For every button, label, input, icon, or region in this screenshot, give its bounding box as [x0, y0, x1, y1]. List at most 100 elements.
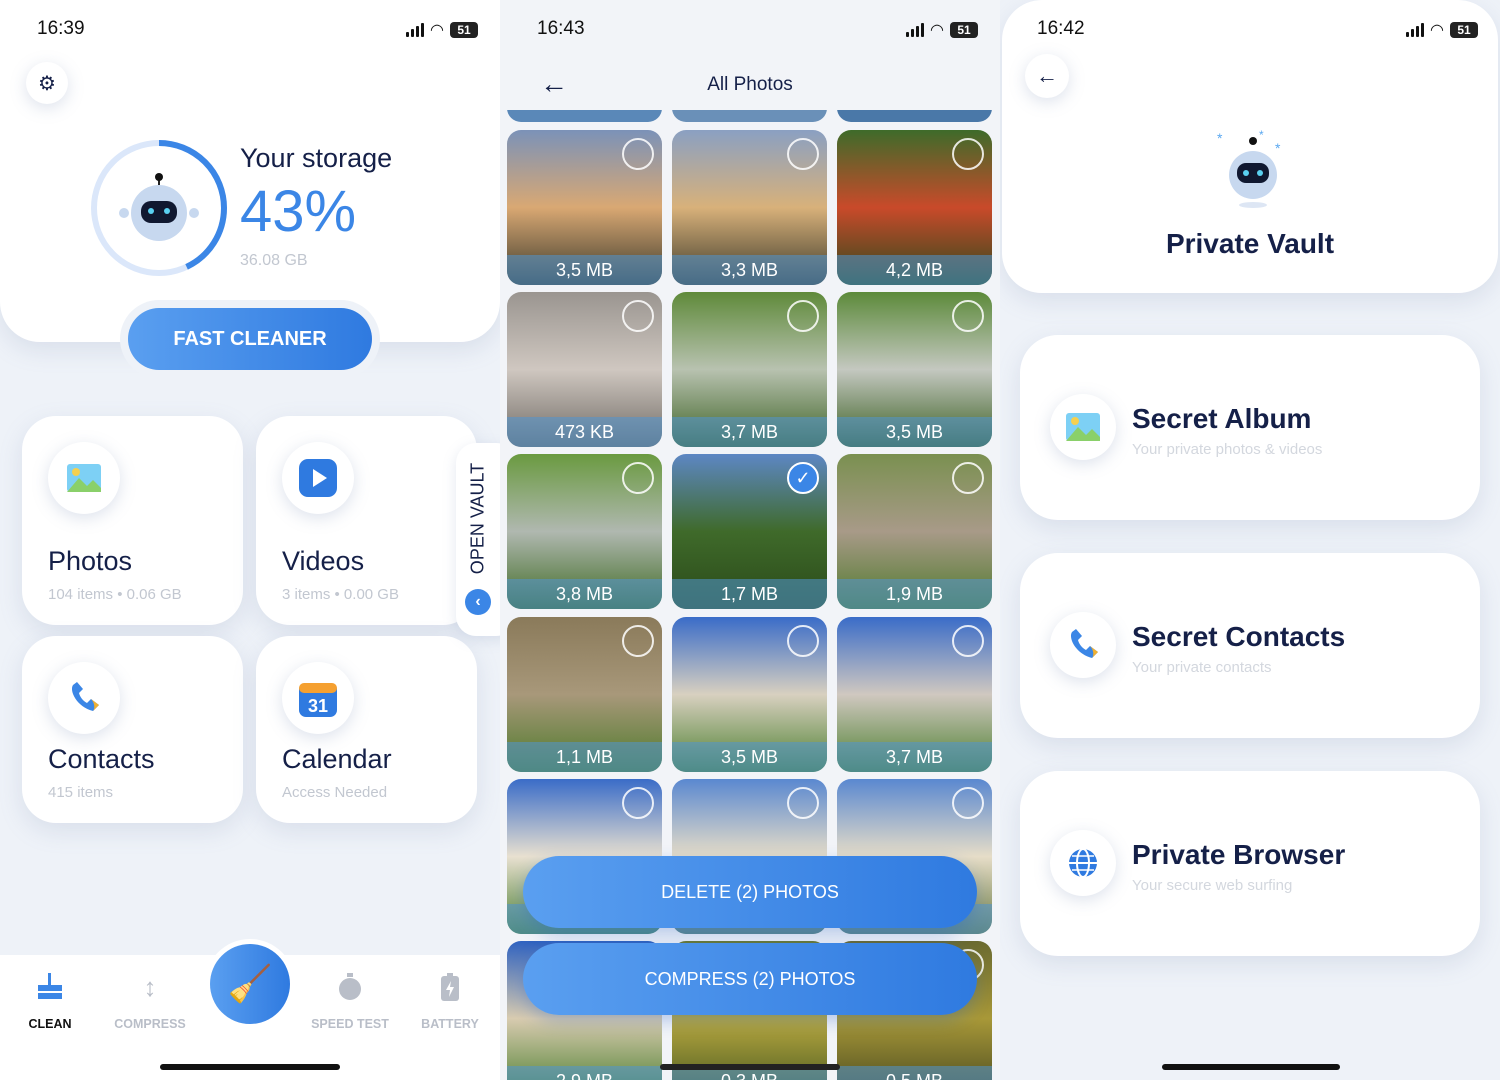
photo-size: 1,7 MB [672, 579, 827, 609]
status-time: 16:39 [37, 18, 85, 39]
vault-item-secret-album[interactable]: Secret Album Your private photos & video… [1020, 335, 1480, 520]
photo-icon [1050, 394, 1116, 460]
photo-thumbnail[interactable]: 3,5 MB [837, 292, 992, 447]
select-circle[interactable] [787, 625, 819, 657]
photo-thumbnail[interactable]: 3,5 MB [672, 617, 827, 772]
robot-mascot-icon: * * * [1217, 128, 1281, 208]
photo-thumbnail[interactable]: ✓ 1,7 MB [672, 454, 827, 609]
nav-compress[interactable]: ↕ COMPRESS [100, 967, 200, 1032]
battery-charge-icon [400, 967, 500, 1007]
play-icon [282, 442, 354, 514]
status-bar: 16:42 ◠ 51 [1037, 18, 1478, 42]
back-arrow-icon[interactable]: ← [1025, 54, 1069, 98]
select-circle[interactable] [952, 625, 984, 657]
fast-cleaner-button[interactable]: FAST CLEANER [128, 308, 372, 370]
photo-thumbnail[interactable]: 1,9 MB [837, 454, 992, 609]
storage-title: Your storage [240, 143, 393, 173]
home-indicator [1162, 1064, 1340, 1070]
wifi-icon: ◠ [930, 22, 944, 39]
photo-size: 0,5 MB [837, 1066, 992, 1080]
status-bar: 16:39 ◠ 51 [37, 18, 478, 42]
signal-icon [906, 23, 925, 37]
nav-speed-test[interactable]: SPEED TEST [300, 967, 400, 1031]
vault-item-title: Secret Album [1132, 403, 1312, 434]
photo-thumbnail[interactable]: 3,8 MB [507, 454, 662, 609]
checkmark-icon[interactable]: ✓ [787, 462, 819, 494]
photo-size: 473 KB [507, 417, 662, 447]
status-bar: 16:43 ◠ 51 [537, 18, 978, 42]
open-vault-label: OPEN VAULT [467, 462, 488, 575]
battery-icon: 51 [1450, 22, 1478, 38]
select-circle[interactable] [622, 462, 654, 494]
nav-clean[interactable]: CLEAN [0, 967, 100, 1031]
tile-photos[interactable]: Photos 104 items • 0.06 GB [22, 416, 243, 625]
wifi-icon: ◠ [1430, 22, 1444, 39]
select-circle[interactable] [622, 625, 654, 657]
photo-thumbnail[interactable]: 4,2 MB [837, 130, 992, 285]
vault-item-private-browser[interactable]: Private Browser Your secure web surfing [1020, 771, 1480, 956]
globe-icon [1050, 830, 1116, 896]
select-circle[interactable] [787, 787, 819, 819]
photo-thumbnail[interactable]: 3,7 MB [672, 292, 827, 447]
photo-size: 1,9 MB [837, 579, 992, 609]
vault-item-subtitle: Your private photos & videos [1132, 441, 1323, 458]
battery-icon: 51 [950, 22, 978, 38]
broom-icon [0, 967, 100, 1007]
photo-size: 3,3 MB [672, 255, 827, 285]
tile-title: Videos [282, 546, 365, 576]
photo-thumbnail[interactable]: 3,3 MB [672, 130, 827, 285]
svg-text:*: * [1275, 140, 1281, 156]
tile-title: Contacts [48, 744, 155, 774]
photo-thumbnail[interactable]: 3,5 MB [507, 130, 662, 285]
tile-subtitle: 104 items • 0.06 GB [48, 586, 182, 603]
delete-photos-button[interactable]: DELETE (2) PHOTOS [523, 856, 977, 928]
tile-subtitle: 3 items • 0.00 GB [282, 586, 399, 603]
photo-icon [48, 442, 120, 514]
select-circle[interactable] [952, 138, 984, 170]
svg-text:*: * [1217, 130, 1223, 146]
phone-icon [48, 662, 120, 734]
compress-photos-button[interactable]: COMPRESS (2) PHOTOS [523, 943, 977, 1015]
select-circle[interactable] [622, 138, 654, 170]
storage-ring [91, 140, 227, 276]
select-circle[interactable] [787, 138, 819, 170]
vault-item-subtitle: Your secure web surfing [1132, 877, 1293, 894]
vault-item-title: Private Browser [1132, 839, 1346, 870]
phone-icon [1050, 612, 1116, 678]
select-circle[interactable] [787, 300, 819, 332]
photo-thumbnail[interactable]: 1,1 MB [507, 617, 662, 772]
select-circle[interactable] [952, 787, 984, 819]
battery-icon: 51 [450, 22, 478, 38]
home-indicator [660, 1064, 840, 1070]
select-circle[interactable] [952, 462, 984, 494]
nav-battery[interactable]: BATTERY [400, 967, 500, 1031]
status-time: 16:42 [1037, 18, 1085, 39]
photo-thumbnail[interactable]: 473 KB [507, 292, 662, 447]
svg-text:31: 31 [308, 696, 328, 716]
tile-contacts[interactable]: Contacts 415 items [22, 636, 243, 823]
cleaner-home-screen: 16:39 ◠ 51 ⚙ Your storage 43% 36.08 GB FA… [0, 0, 500, 1080]
calendar-icon: 31 [282, 662, 354, 734]
robot-mascot-icon [119, 173, 199, 241]
open-vault-tab[interactable]: OPEN VAULT ‹ [456, 443, 500, 636]
photo-size: 3,7 MB [837, 742, 992, 772]
photo-size: 1,1 MB [507, 742, 662, 772]
tile-subtitle: Access Needed [282, 784, 388, 801]
photo-thumbnail[interactable]: 3,7 MB [837, 617, 992, 772]
storage-percent: 43% [240, 179, 357, 244]
photo-size: 2,9 MB [507, 1066, 662, 1080]
tile-calendar[interactable]: 31 Calendar Access Needed [256, 636, 477, 823]
settings-gear-icon[interactable]: ⚙ [26, 62, 68, 104]
select-circle[interactable] [622, 300, 654, 332]
select-circle[interactable] [622, 787, 654, 819]
all-photos-screen: 16:43 ◠ 51 ← All Photos 3,5 MB 3,3 MB 4,2… [500, 0, 1000, 1080]
tile-title: Photos [48, 546, 133, 576]
vault-item-secret-contacts[interactable]: Secret Contacts Your private contacts [1020, 553, 1480, 738]
status-time: 16:43 [537, 18, 585, 39]
home-indicator [160, 1064, 340, 1070]
tile-videos[interactable]: Videos 3 items • 0.00 GB [256, 416, 477, 625]
clean-action-broom-icon[interactable]: 🧹 [210, 944, 290, 1024]
select-circle[interactable] [952, 300, 984, 332]
wifi-icon: ◠ [430, 22, 444, 39]
photo-size: 3,5 MB [672, 742, 827, 772]
